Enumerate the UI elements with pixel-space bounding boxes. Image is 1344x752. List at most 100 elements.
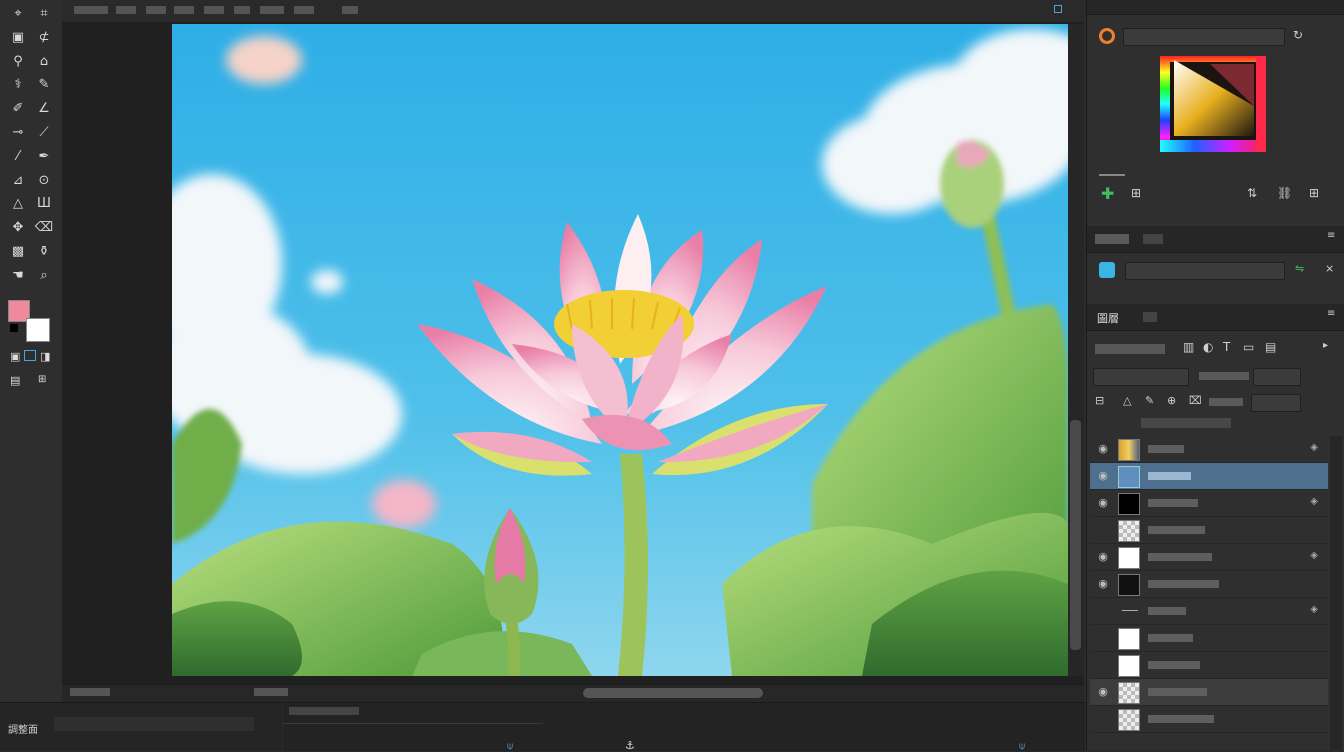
vertical-scroll-thumb[interactable] xyxy=(1070,420,1081,650)
path-tool-icon[interactable]: △ xyxy=(8,194,28,214)
tab-adjustments[interactable] xyxy=(1143,234,1163,244)
line-tool-icon[interactable]: ⊸ xyxy=(8,123,28,143)
polygon-lasso-icon[interactable]: ⊄ xyxy=(34,28,54,48)
workspace-icon[interactable] xyxy=(1054,5,1062,13)
blur-tool-icon[interactable]: ⁄ xyxy=(8,147,28,167)
layer-row[interactable] xyxy=(1090,706,1328,733)
visibility-eye-icon[interactable]: ◉ xyxy=(1096,550,1110,563)
mode-icon[interactable]: ◨ xyxy=(40,350,50,363)
tab-properties[interactable] xyxy=(1095,234,1129,244)
opacity-field[interactable] xyxy=(1253,368,1301,386)
lock-position-icon[interactable]: ⊕ xyxy=(1167,394,1176,407)
burn-tool-icon[interactable]: ⊙ xyxy=(34,171,54,191)
layer-row[interactable]: ◉ xyxy=(1090,571,1328,598)
extra-tool-icon[interactable]: ▤ xyxy=(10,374,20,387)
frame-tool-icon[interactable]: ▣ xyxy=(8,28,28,48)
tab-channels[interactable] xyxy=(1143,312,1157,322)
gradient-tool-icon[interactable]: ▩ xyxy=(8,242,28,262)
layer-name[interactable] xyxy=(1148,607,1186,615)
option-item[interactable] xyxy=(146,6,166,14)
filter-pixel-icon[interactable]: ▥ xyxy=(1183,340,1194,354)
lasso-tool-icon[interactable]: ⌖ xyxy=(8,4,28,24)
marker-icon[interactable]: ⍦ xyxy=(1019,741,1025,752)
link-layers-icon[interactable]: ⇋ xyxy=(1295,262,1304,275)
type-tool-icon[interactable]: Ш xyxy=(34,194,54,214)
default-colors-icon[interactable] xyxy=(10,324,18,332)
option-item[interactable] xyxy=(234,6,250,14)
layer-row[interactable]: ◉ xyxy=(1090,679,1328,706)
layer-name[interactable] xyxy=(1148,445,1184,453)
quick-mask-icon[interactable]: ▣ xyxy=(10,350,20,363)
layer-row[interactable]: ◉ xyxy=(1090,463,1328,490)
heal-tool-icon[interactable]: ⚕ xyxy=(8,75,28,95)
screen-mode-icon[interactable] xyxy=(24,350,36,361)
lock-pixels-icon[interactable]: ✎ xyxy=(1145,394,1154,407)
add-swatch-icon[interactable]: ✚ xyxy=(1101,184,1114,203)
blend-mode-select[interactable] xyxy=(1093,368,1189,386)
layer-row[interactable] xyxy=(1090,517,1328,544)
option-item[interactable] xyxy=(204,6,224,14)
layer-name[interactable] xyxy=(1148,580,1219,588)
magic-wand-icon[interactable]: ⚲ xyxy=(8,52,28,72)
filter-shape-icon[interactable]: ▭ xyxy=(1243,340,1254,354)
color-hex-field[interactable] xyxy=(1123,28,1285,46)
visibility-eye-icon[interactable]: ◉ xyxy=(1096,685,1110,698)
fill-field[interactable] xyxy=(1251,394,1301,412)
document-canvas[interactable] xyxy=(172,24,1068,676)
filter-smart-icon[interactable]: ▤ xyxy=(1265,340,1276,354)
visibility-eye-icon[interactable]: ◉ xyxy=(1096,469,1110,482)
refresh-icon[interactable]: ↻ xyxy=(1293,28,1303,42)
dodge-tool-icon[interactable]: ⊿ xyxy=(8,171,28,191)
eraser-tool-icon[interactable]: ⌫ xyxy=(34,218,54,238)
visibility-eye-icon[interactable]: ◉ xyxy=(1096,577,1110,590)
layer-effects-icon[interactable]: ◈ xyxy=(1310,550,1318,561)
panel-menu-icon[interactable]: ≡ xyxy=(1327,230,1335,241)
tab-layers[interactable]: 圖層 xyxy=(1097,310,1119,326)
layer-name[interactable] xyxy=(1148,472,1191,480)
layer-effects-icon[interactable]: ◈ xyxy=(1310,496,1318,507)
layer-name[interactable] xyxy=(1148,688,1207,696)
lock-all-icon[interactable]: ⌧ xyxy=(1189,394,1202,407)
properties-field[interactable] xyxy=(1125,262,1285,280)
option-item[interactable] xyxy=(116,6,136,14)
eyedropper-icon[interactable]: ⟋ xyxy=(34,123,54,143)
close-icon[interactable]: ⨯ xyxy=(1325,262,1334,275)
layer-row[interactable]: ◉ ◈ xyxy=(1090,490,1328,517)
swatch-options-icon[interactable]: ⊞ xyxy=(1131,186,1141,200)
bucket-tool-icon[interactable]: ⚱ xyxy=(34,242,54,262)
panel-menu-icon[interactable]: ≡ xyxy=(1327,308,1335,319)
shape-tool-icon[interactable]: ⌂ xyxy=(34,52,54,72)
layer-style-icon[interactable] xyxy=(1099,262,1115,278)
filter-toggle-icon[interactable]: ▸ xyxy=(1323,340,1328,351)
brush-tool-icon[interactable]: ✐ xyxy=(8,99,28,119)
color-picker[interactable] xyxy=(1160,56,1266,152)
panel-field[interactable] xyxy=(54,717,254,731)
layer-name[interactable] xyxy=(1148,715,1214,723)
layer-name[interactable] xyxy=(1148,499,1198,507)
visibility-eye-icon[interactable]: ◉ xyxy=(1096,496,1110,509)
layer-group-header[interactable] xyxy=(1141,418,1231,428)
option-item[interactable] xyxy=(74,6,108,14)
background-color-swatch[interactable] xyxy=(26,318,50,342)
link-icon[interactable]: ⛓ xyxy=(1277,186,1292,200)
layer-row[interactable]: ◉ ◈ xyxy=(1090,544,1328,571)
grid-icon[interactable]: ⊞ xyxy=(1309,186,1319,200)
smudge-tool-icon[interactable]: ∠ xyxy=(34,99,54,119)
option-item[interactable] xyxy=(174,6,194,14)
layer-row[interactable] xyxy=(1090,652,1328,679)
hand-tool-icon[interactable]: ☚ xyxy=(8,266,28,286)
horizontal-scrollbar[interactable] xyxy=(62,684,1084,703)
layers-scrollbar[interactable] xyxy=(1330,436,1342,750)
adjust-icon[interactable]: ⇅ xyxy=(1247,186,1257,200)
layer-filter-dropdown[interactable] xyxy=(1095,344,1165,354)
filter-adjust-icon[interactable]: ◐ xyxy=(1203,340,1213,354)
layer-row[interactable] xyxy=(1090,625,1328,652)
marker-icon[interactable]: ⍦ xyxy=(507,741,513,752)
crop-tool-icon[interactable]: ⌗ xyxy=(34,4,54,24)
filter-type-icon[interactable]: T xyxy=(1223,340,1230,354)
color-wheel-icon[interactable] xyxy=(1099,28,1115,44)
layer-row[interactable]: ◉ ◈ xyxy=(1090,436,1328,463)
layer-name[interactable] xyxy=(1148,553,1212,561)
option-item[interactable] xyxy=(260,6,284,14)
stamp-tool-icon[interactable]: ✥ xyxy=(8,218,28,238)
